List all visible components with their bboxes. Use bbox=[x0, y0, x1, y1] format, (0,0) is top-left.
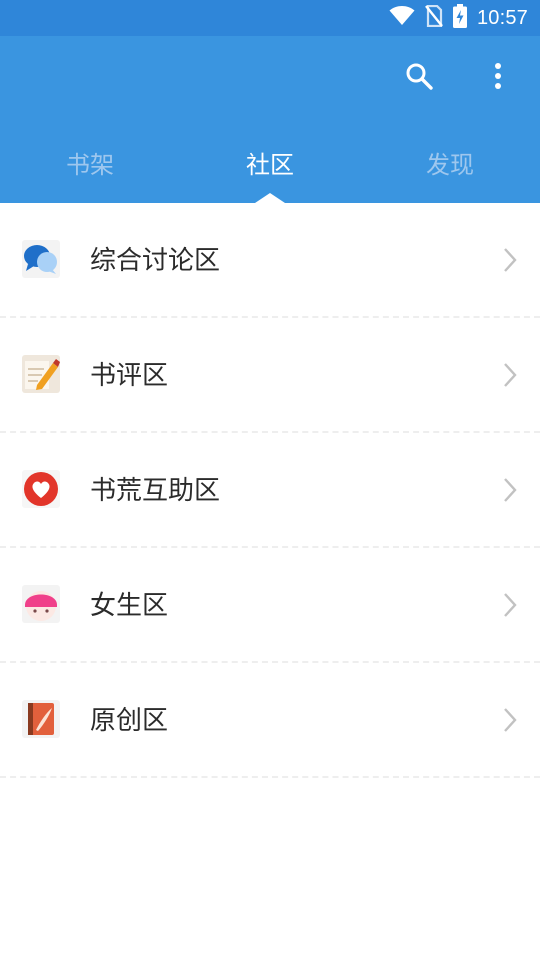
list-item-original-works[interactable]: 原创区 bbox=[0, 663, 540, 778]
list-item-label: 书评区 bbox=[90, 361, 169, 391]
list-item-label: 原创区 bbox=[90, 706, 169, 736]
chevron-right-icon bbox=[502, 246, 518, 274]
chat-bubbles-icon bbox=[22, 240, 60, 278]
tab-community[interactable]: 社区 bbox=[180, 126, 360, 203]
heart-icon bbox=[22, 470, 60, 508]
list-item-general-discussion[interactable]: 综合讨论区 bbox=[0, 203, 540, 318]
list-item-female-section[interactable]: 女生区 bbox=[0, 548, 540, 663]
notebook-quill-icon bbox=[22, 700, 60, 738]
chevron-right-icon bbox=[502, 591, 518, 619]
active-tab-indicator bbox=[255, 193, 285, 203]
chevron-right-icon bbox=[502, 361, 518, 389]
list-item-label: 综合讨论区 bbox=[90, 246, 221, 276]
status-bar: 10:57 bbox=[0, 0, 540, 36]
list-item-book-reviews[interactable]: 书评区 bbox=[0, 318, 540, 433]
wifi-icon bbox=[389, 6, 415, 30]
no-sim-icon bbox=[425, 4, 443, 31]
search-button[interactable] bbox=[399, 58, 439, 98]
battery-charging-icon bbox=[452, 4, 467, 32]
girl-face-icon bbox=[22, 585, 60, 623]
search-icon bbox=[405, 62, 433, 94]
list-item-book-shortage-help[interactable]: 书荒互助区 bbox=[0, 433, 540, 548]
tab-bookshelf[interactable]: 书架 bbox=[0, 126, 180, 203]
list-item-label: 女生区 bbox=[90, 591, 169, 621]
chevron-right-icon bbox=[502, 706, 518, 734]
community-list: 综合讨论区 书评区 书荒互助区 女生区 原创区 bbox=[0, 203, 540, 778]
app-header: 书架 社区 发现 bbox=[0, 36, 540, 203]
more-vertical-icon bbox=[494, 62, 502, 94]
more-options-button[interactable] bbox=[478, 58, 518, 98]
chevron-right-icon bbox=[502, 476, 518, 504]
tab-discover[interactable]: 发现 bbox=[360, 126, 540, 203]
note-pencil-icon bbox=[22, 355, 60, 393]
status-icons: 10:57 bbox=[389, 0, 528, 36]
list-item-label: 书荒互助区 bbox=[90, 476, 221, 506]
main-tabs: 书架 社区 发现 bbox=[0, 126, 540, 203]
status-time: 10:57 bbox=[476, 6, 528, 29]
